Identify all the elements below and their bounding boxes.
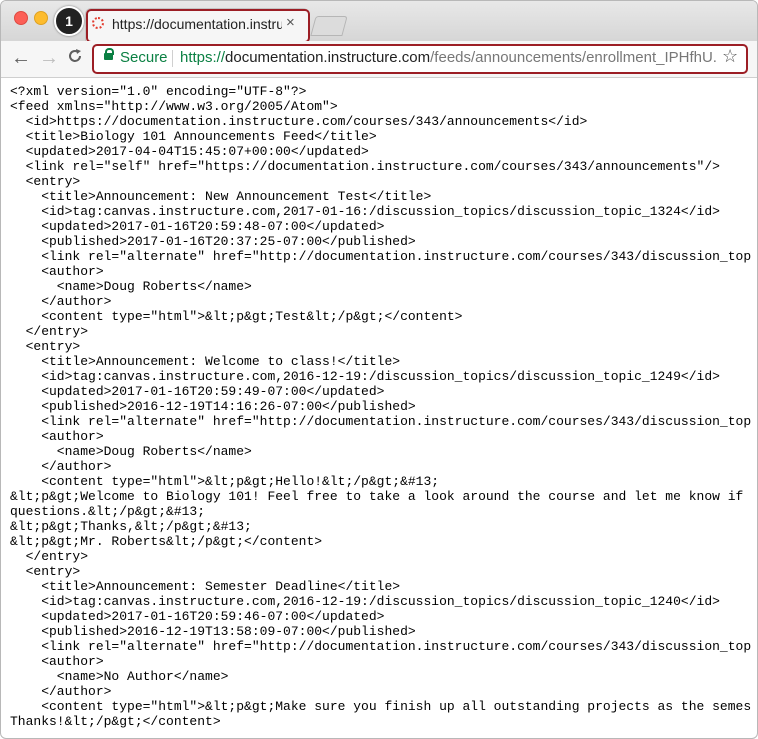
xml-line: </author> [10,294,112,309]
xml-line: <link rel="self" href="https://documenta… [10,159,720,174]
xml-line: <author> [10,429,104,444]
loading-favicon-icon [92,17,104,29]
xml-line: <link rel="alternate" href="http://docum… [10,249,752,264]
xml-line: <published>2016-12-19T14:16:26-07:00</pu… [10,399,416,414]
window-minimize-button[interactable] [34,11,48,25]
xml-line: <content type="html">&lt;p&gt;Make sure … [10,699,752,714]
xml-line: <title>Announcement: Welcome to class!</… [10,354,401,369]
new-tab-button[interactable] [310,16,348,36]
xml-line: &lt;p&gt;Thanks,&lt;/p&gt;&#13; [10,519,252,534]
url-scheme: https:// [180,49,226,66]
url-text[interactable]: https://documentation.instructure.com/fe… [180,49,717,66]
xml-line: <content type="html">&lt;p&gt;Hello!&lt;… [10,474,440,489]
xml-line: <?xml version="1.0" encoding="UTF-8"?> [10,84,307,99]
address-divider [172,50,173,67]
xml-line: <updated>2017-04-04T15:45:07+00:00</upda… [10,144,369,159]
window-close-button[interactable] [14,11,28,25]
tab-close-icon[interactable]: × [286,14,295,31]
xml-line: <updated>2017-01-16T20:59:49-07:00</upda… [10,384,385,399]
xml-line: <published>2016-12-19T13:58:09-07:00</pu… [10,624,416,639]
bookmark-star-icon[interactable]: ☆ [722,46,738,67]
xml-line: <name>No Author</name> [10,669,229,684]
title-bar: 1 https://documentation.instructure.com/… [1,1,757,43]
xml-line: <published>2017-01-16T20:37:25-07:00</pu… [10,234,416,249]
xml-line: <entry> [10,174,81,189]
xml-line: <author> [10,264,104,279]
reload-icon-graphic [69,49,81,62]
xml-line: <id>tag:canvas.instructure.com,2017-01-1… [10,204,720,219]
xml-line: <title>Announcement: Semester Deadline</… [10,579,401,594]
xml-line: <feed xmlns="http://www.w3.org/2005/Atom… [10,99,338,114]
step-number-badge: 1 [54,6,84,36]
xml-line: <id>https://documentation.instructure.co… [10,114,588,129]
xml-line: Thanks!&lt;/p&gt;</content> [10,714,221,729]
xml-line: <title>Announcement: New Announcement Te… [10,189,432,204]
xml-line: <updated>2017-01-16T20:59:46-07:00</upda… [10,609,385,624]
xml-line: </entry> [10,549,89,564]
xml-line: </entry> [10,324,89,339]
xml-line: &lt;p&gt;Mr. Roberts&lt;/p&gt;</content> [10,534,323,549]
secure-label: Secure [120,49,168,66]
xml-line: <id>tag:canvas.instructure.com,2016-12-1… [10,369,720,384]
xml-line: questions.&lt;/p&gt;&#13; [10,504,206,519]
xml-line: <name>Doug Roberts</name> [10,444,252,459]
xml-line: </author> [10,684,112,699]
back-arrow-icon[interactable]: ← [11,48,31,68]
xml-line: </author> [10,459,112,474]
xml-line: <entry> [10,339,81,354]
xml-line: <name>Doug Roberts</name> [10,279,252,294]
tab-title: https://documentation.instructure.com/ [112,16,282,32]
xml-line: <content type="html">&lt;p&gt;Test&lt;/p… [10,309,463,324]
url-host: documentation.instructure.com [225,49,431,66]
xml-feed-content: <?xml version="1.0" encoding="UTF-8"?> <f… [10,84,755,729]
reload-icon[interactable] [67,48,83,69]
url-path: /feeds/announcements/enrollment_IPHfhU..… [430,49,717,66]
xml-line: <author> [10,654,104,669]
browser-window: 1 https://documentation.instructure.com/… [0,0,758,739]
xml-line: <link rel="alternate" href="http://docum… [10,639,752,654]
browser-toolbar: ← → Secure https://documentation.instruc… [1,41,757,78]
xml-line: <link rel="alternate" href="http://docum… [10,414,752,429]
xml-line: <entry> [10,564,81,579]
xml-line: <id>tag:canvas.instructure.com,2016-12-1… [10,594,720,609]
browser-tab[interactable]: https://documentation.instructure.com/ × [85,8,310,43]
xml-line: <updated>2017-01-16T20:59:48-07:00</upda… [10,219,385,234]
xml-line: <title>Biology 101 Announcements Feed</t… [10,129,377,144]
address-bar[interactable]: Secure https://documentation.instructure… [92,44,748,74]
forward-arrow-icon[interactable]: → [39,48,59,68]
xml-line: &lt;p&gt;Welcome to Biology 101! Feel fr… [10,489,744,504]
lock-icon [104,48,114,60]
